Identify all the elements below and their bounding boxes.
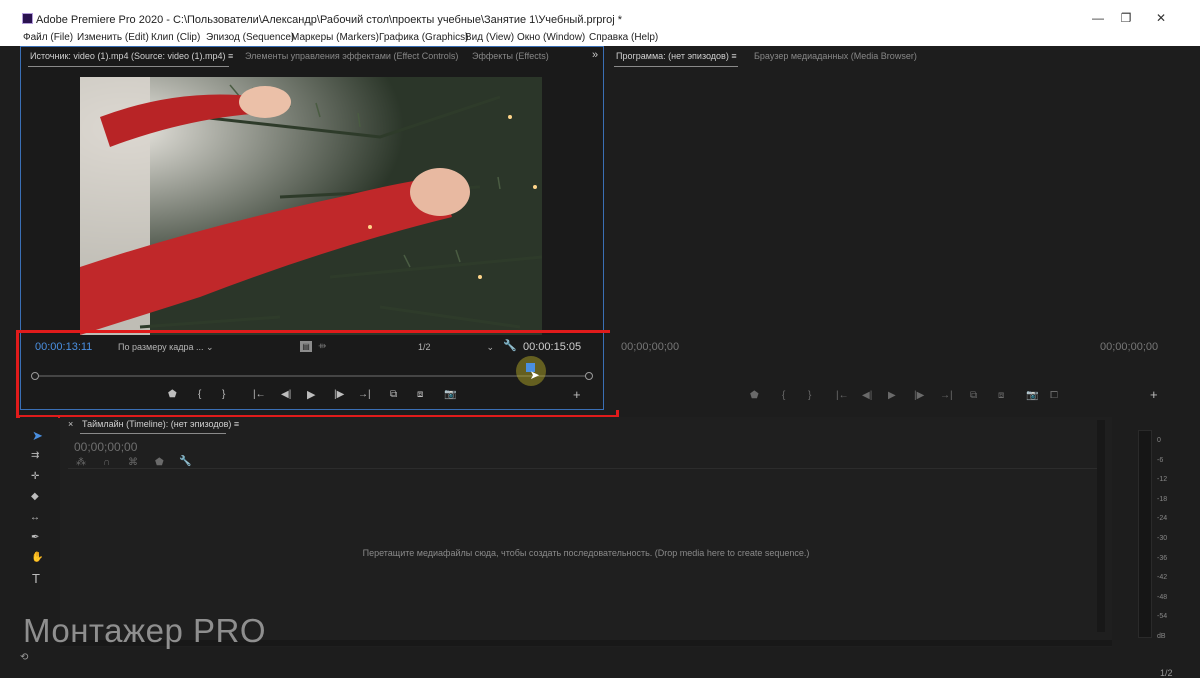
menu-markers[interactable]: Маркеры (Markers) xyxy=(291,32,379,43)
status-sync-icon[interactable]: ⟲ xyxy=(20,652,36,666)
hand-tool-icon[interactable]: ✋ xyxy=(31,552,43,564)
timeline-settings-wrench-icon[interactable]: 🔧 xyxy=(179,456,191,468)
bottom-page-indicator: 1/2 xyxy=(1160,668,1173,678)
menu-file[interactable]: Файл (File) xyxy=(23,32,73,43)
selection-tool-icon[interactable]: ➤ xyxy=(32,429,43,442)
button-editor-plus-icon[interactable]: + xyxy=(1150,388,1158,401)
minimize-icon[interactable]: — xyxy=(1088,10,1108,26)
highlight-box xyxy=(16,330,619,418)
slip-tool-icon[interactable]: ↔ xyxy=(30,512,40,524)
audio-meter-tick: -24 xyxy=(1157,515,1168,523)
lift-icon[interactable]: ⧉ xyxy=(970,390,977,402)
audio-meter-tick: -30 xyxy=(1157,535,1168,542)
menu-view[interactable]: Вид (View) xyxy=(465,32,514,43)
audio-meter-tick: -6 xyxy=(1157,456,1164,464)
panel-menu-icon[interactable]: ≡ xyxy=(234,419,239,429)
premiere-app-icon xyxy=(22,13,33,24)
play-icon[interactable]: ▶ xyxy=(888,390,896,402)
active-tab-underline xyxy=(614,66,738,67)
add-marker-icon[interactable]: ⬟ xyxy=(750,390,759,402)
menu-help[interactable]: Справка (Help) xyxy=(589,32,658,43)
tab-program[interactable]: Программа: (нет эпизодов) ≡ xyxy=(616,51,737,61)
track-select-tool-icon[interactable]: ⇉ xyxy=(31,450,39,462)
maximize-icon[interactable]: ❐ xyxy=(1116,10,1136,26)
close-icon[interactable]: ✕ xyxy=(1151,10,1171,26)
menu-graphics[interactable]: Графика (Graphics) xyxy=(379,32,468,43)
go-to-in-icon[interactable]: |← xyxy=(836,390,849,402)
video-frame-image xyxy=(80,77,542,335)
menu-clip[interactable]: Клип (Clip) xyxy=(151,32,200,43)
menu-sequence[interactable]: Эпизод (Sequence) xyxy=(206,32,294,43)
program-current-timecode[interactable]: 00;00;00;00 xyxy=(621,341,679,353)
source-video-frame xyxy=(80,77,542,335)
ripple-edit-tool-icon[interactable]: ✛ xyxy=(31,471,39,483)
audio-meter-tick: -42 xyxy=(1157,574,1168,582)
compare-view-icon[interactable]: ⧠ xyxy=(1050,390,1058,402)
active-tab-underline xyxy=(80,433,226,434)
tab-timeline[interactable]: Таймлайн (Timeline): (нет эпизодов) ≡ xyxy=(82,419,239,429)
program-panel xyxy=(610,46,1180,410)
tab-effects[interactable]: Эффекты (Effects) xyxy=(472,51,549,61)
audio-meter-bar xyxy=(1138,430,1152,638)
menu-bar: Файл (File) Изменить (Edit) Клип (Clip) … xyxy=(0,30,1200,46)
timeline-timecode[interactable]: 00;00;00;00 xyxy=(74,440,137,454)
step-back-icon[interactable]: ◀| xyxy=(862,390,872,402)
panel-menu-icon[interactable]: ≡ xyxy=(228,51,233,61)
timeline-vertical-scrollbar[interactable] xyxy=(1097,420,1105,632)
panel-menu-icon[interactable]: ≡ xyxy=(731,51,736,61)
audio-meter-tick: dB xyxy=(1157,633,1166,640)
watermark-text: Монтажер PRO xyxy=(23,612,266,649)
audio-meter-tick: -36 xyxy=(1157,554,1168,562)
menu-window[interactable]: Окно (Window) xyxy=(517,32,585,43)
tab-source[interactable]: Источник: video (1).mp4 (Source: video (… xyxy=(30,51,233,61)
audio-meter-tick: -18 xyxy=(1157,495,1168,503)
tab-effect-controls[interactable]: Элементы управления эффектами (Effect Co… xyxy=(245,51,458,61)
active-tab-underline xyxy=(28,66,229,67)
drop-media-hint: Перетащите медиафайлы сюда, чтобы создат… xyxy=(362,548,810,558)
audio-meter-tick: 0 xyxy=(1157,437,1161,444)
timeline-close-icon[interactable]: × xyxy=(68,419,73,429)
tab-media-browser[interactable]: Браузер медиаданных (Media Browser) xyxy=(754,51,917,61)
razor-tool-icon[interactable]: ◆ xyxy=(31,491,39,503)
audio-meter-tick: -48 xyxy=(1157,593,1168,601)
window-title: Adobe Premiere Pro 2020 - C:\Пользовател… xyxy=(36,14,622,26)
audio-meter-tick: -12 xyxy=(1157,476,1168,484)
timeline-divider xyxy=(68,468,1104,469)
extract-icon[interactable]: ⧈ xyxy=(998,390,1004,402)
panel-overflow-icon[interactable]: » xyxy=(592,49,598,61)
pen-tool-icon[interactable]: ✒ xyxy=(31,532,39,544)
audio-meter-tick: -54 xyxy=(1157,613,1168,621)
menu-edit[interactable]: Изменить (Edit) xyxy=(77,32,149,43)
mark-out-icon[interactable]: } xyxy=(808,390,811,402)
type-tool-icon[interactable]: T xyxy=(32,572,40,585)
step-forward-icon[interactable]: |▶ xyxy=(914,390,924,402)
go-to-out-icon[interactable]: →| xyxy=(940,390,953,402)
mark-in-icon[interactable]: { xyxy=(782,390,785,402)
camera-icon[interactable]: 📷 xyxy=(1026,390,1038,402)
program-duration-timecode: 00;00;00;00 xyxy=(1100,341,1159,353)
